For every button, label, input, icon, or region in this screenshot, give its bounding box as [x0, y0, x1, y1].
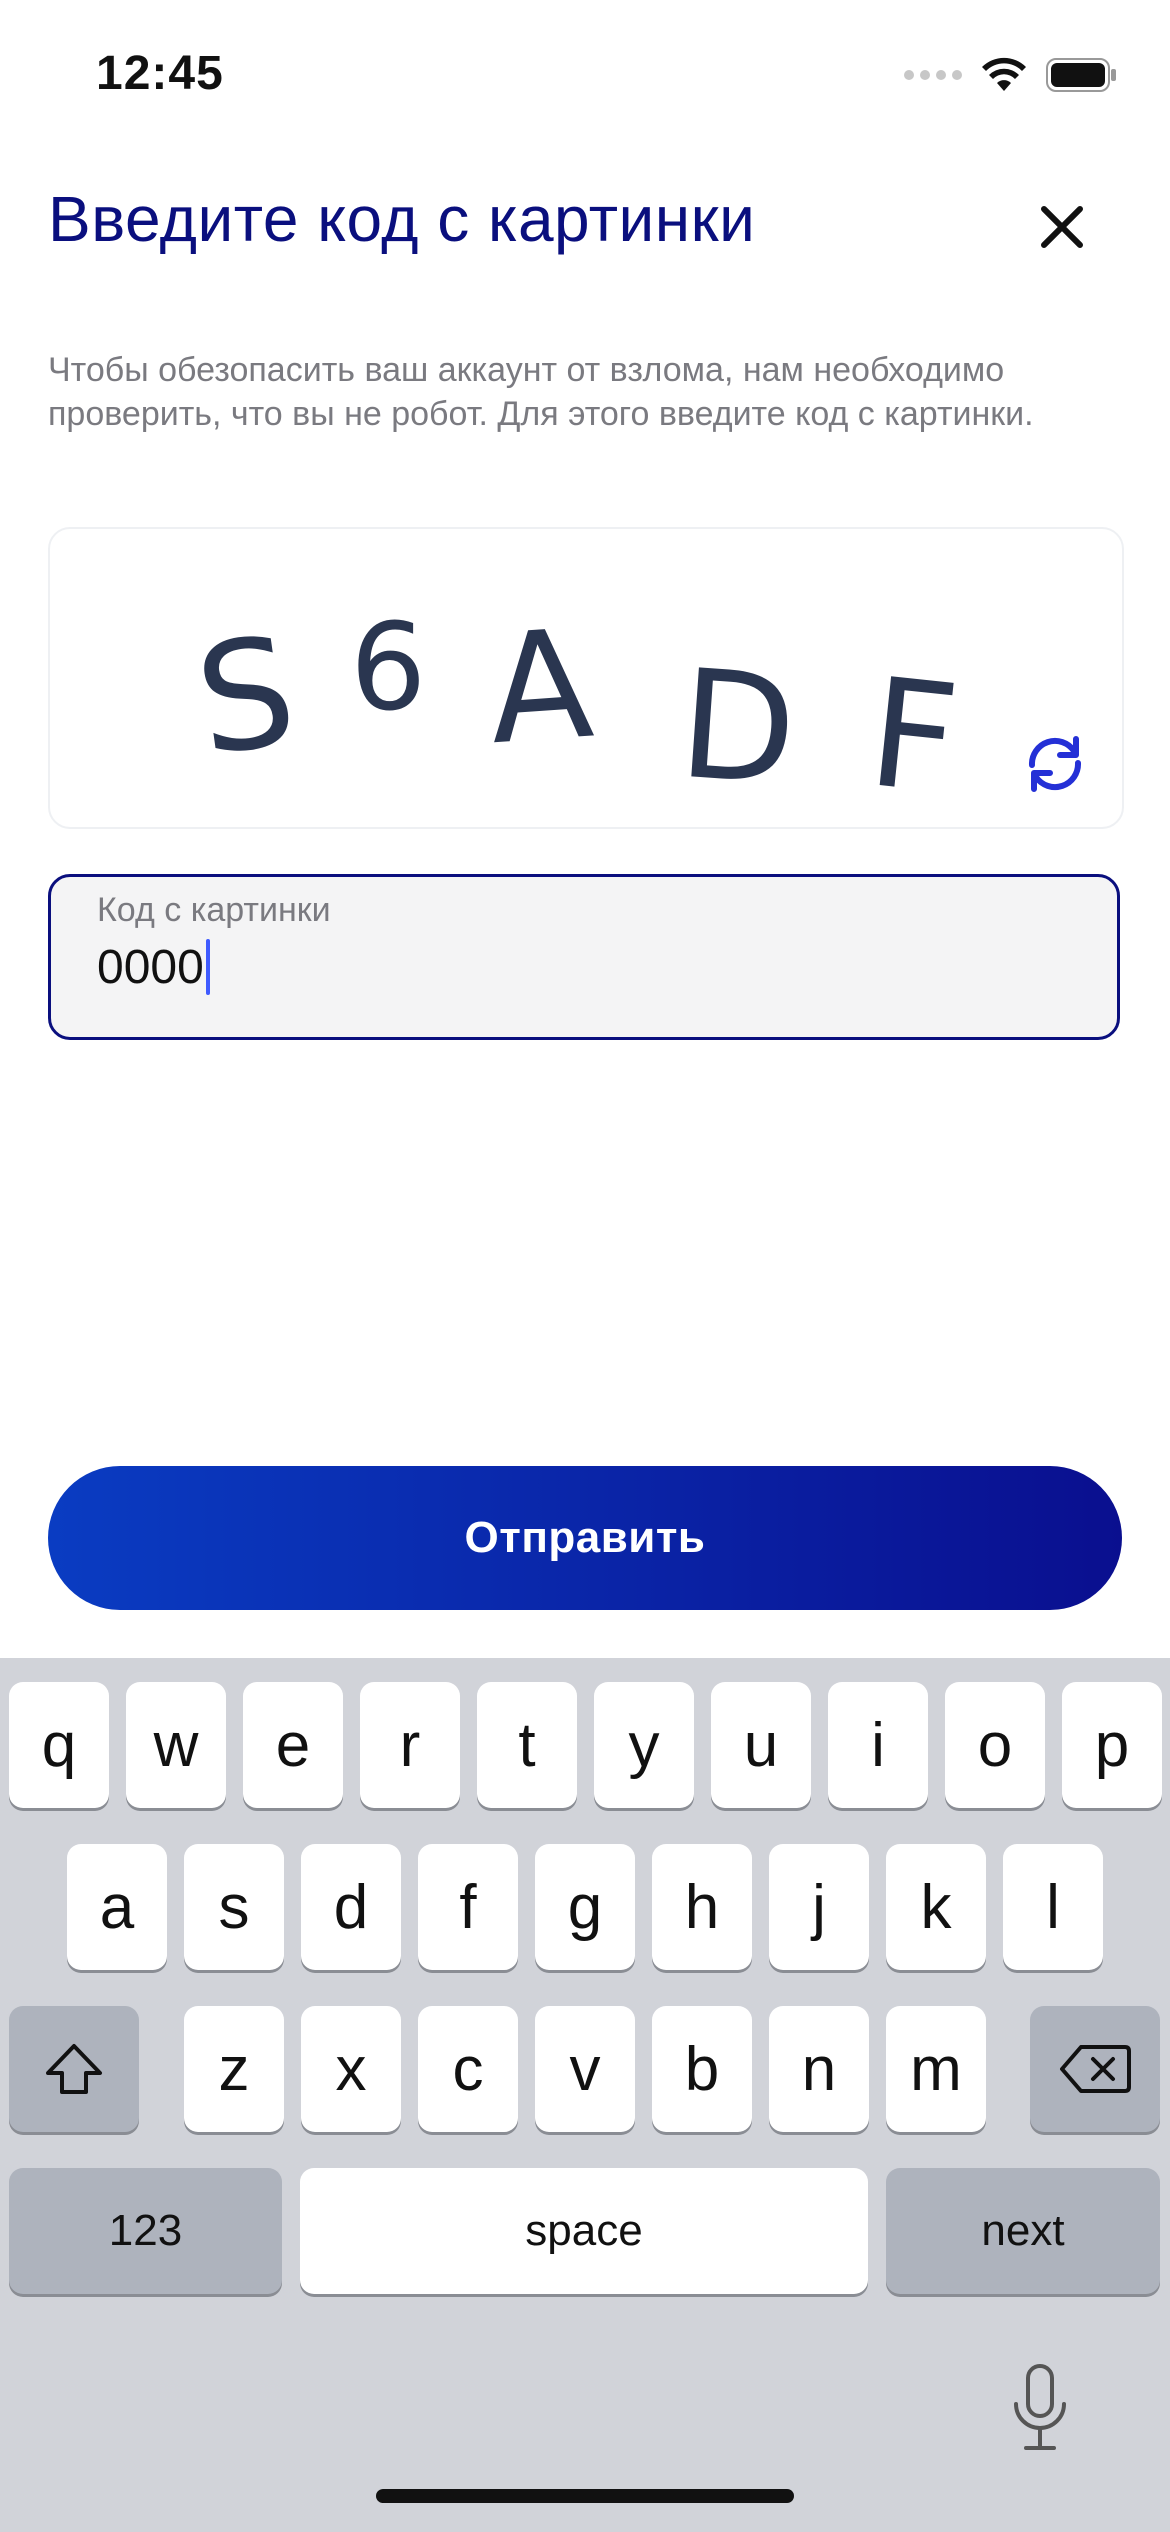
- key-y[interactable]: y: [594, 1682, 694, 1808]
- refresh-captcha-button[interactable]: [1020, 729, 1090, 799]
- close-button[interactable]: [1030, 195, 1094, 259]
- cellular-signal-icon: [904, 70, 962, 80]
- key-label: d: [333, 1872, 369, 1942]
- key-label: b: [684, 2034, 720, 2104]
- key-label: j: [812, 1872, 826, 1942]
- key-label: k: [920, 1872, 952, 1942]
- key-n[interactable]: n: [769, 2006, 869, 2132]
- svg-text:S: S: [187, 604, 306, 790]
- key-label: x: [335, 2034, 367, 2104]
- code-field-value[interactable]: 0000: [97, 937, 210, 997]
- status-bar: 12:45: [0, 0, 1170, 150]
- key-label: e: [275, 1710, 311, 1780]
- captcha-image: S 6 A D F: [187, 598, 966, 809]
- key-label: z: [218, 2034, 250, 2104]
- key-label: 123: [108, 2206, 183, 2255]
- key-k[interactable]: k: [886, 1844, 986, 1970]
- key-o[interactable]: o: [945, 1682, 1045, 1808]
- key-label: c: [452, 2034, 484, 2104]
- backspace-icon: [1060, 2045, 1131, 2093]
- key-u[interactable]: u: [711, 1682, 811, 1808]
- key-label: r: [399, 1710, 421, 1780]
- key-b[interactable]: b: [652, 2006, 752, 2132]
- microphone-icon[interactable]: [1008, 2362, 1072, 2454]
- keyboard: q w e r t y u i o p a s d f g h j k l z …: [0, 1658, 1170, 2532]
- key-a[interactable]: a: [67, 1844, 167, 1970]
- key-h[interactable]: h: [652, 1844, 752, 1970]
- key-label: u: [743, 1710, 779, 1780]
- key-s[interactable]: s: [184, 1844, 284, 1970]
- backspace-key[interactable]: [1030, 2006, 1160, 2132]
- status-time: 12:45: [96, 47, 224, 100]
- captcha-container: S 6 A D F: [48, 527, 1124, 829]
- submit-button[interactable]: Отправить: [48, 1466, 1122, 1610]
- key-e[interactable]: e: [243, 1682, 343, 1808]
- wifi-icon: [982, 57, 1026, 91]
- key-v[interactable]: v: [535, 2006, 635, 2132]
- key-label: space: [525, 2206, 643, 2255]
- key-label: v: [569, 2034, 601, 2104]
- key-label: s: [218, 1872, 250, 1942]
- key-label: y: [628, 1710, 660, 1780]
- key-j[interactable]: j: [769, 1844, 869, 1970]
- key-i[interactable]: i: [828, 1682, 928, 1808]
- key-label: w: [153, 1710, 199, 1780]
- svg-text:D: D: [674, 638, 801, 809]
- key-label: p: [1094, 1710, 1130, 1780]
- key-x[interactable]: x: [301, 2006, 401, 2132]
- key-label: l: [1046, 1872, 1060, 1942]
- code-field-label: Код с картинки: [97, 891, 331, 929]
- code-input-text: 0000: [97, 940, 204, 994]
- captcha-code-field[interactable]: Код с картинки 0000: [48, 874, 1120, 1040]
- close-icon: [1041, 206, 1083, 248]
- captcha-description: Чтобы обезопасить ваш аккаунт от взлома,…: [48, 351, 1034, 433]
- svg-text:A: A: [483, 598, 598, 779]
- key-z[interactable]: z: [184, 2006, 284, 2132]
- key-label: t: [518, 1710, 536, 1780]
- home-indicator[interactable]: [376, 2489, 794, 2503]
- svg-text:F: F: [861, 646, 965, 809]
- key-f[interactable]: f: [418, 1844, 518, 1970]
- key-label: a: [99, 1872, 135, 1942]
- key-m[interactable]: m: [886, 2006, 986, 2132]
- text-caret: [205, 939, 210, 995]
- key-label: o: [977, 1710, 1013, 1780]
- key-label: q: [41, 1710, 77, 1780]
- key-r[interactable]: r: [360, 1682, 460, 1808]
- key-label: i: [871, 1710, 885, 1780]
- svg-text:6: 6: [350, 599, 426, 738]
- key-p[interactable]: p: [1062, 1682, 1162, 1808]
- numbers-key[interactable]: 123: [9, 2168, 282, 2294]
- key-label: f: [459, 1872, 477, 1942]
- shift-key[interactable]: [9, 2006, 139, 2132]
- status-icons: [904, 50, 1118, 100]
- page-title: Введите код с картинки: [48, 183, 756, 255]
- next-key[interactable]: next: [886, 2168, 1160, 2294]
- key-g[interactable]: g: [535, 1844, 635, 1970]
- key-label: h: [684, 1872, 720, 1942]
- battery-icon: [1046, 58, 1116, 92]
- key-d[interactable]: d: [301, 1844, 401, 1970]
- key-c[interactable]: c: [418, 2006, 518, 2132]
- key-label: next: [981, 2206, 1065, 2255]
- key-label: m: [910, 2034, 962, 2104]
- key-q[interactable]: q: [9, 1682, 109, 1808]
- key-label: n: [801, 2034, 837, 2104]
- key-t[interactable]: t: [477, 1682, 577, 1808]
- key-l[interactable]: l: [1003, 1844, 1103, 1970]
- space-key[interactable]: space: [300, 2168, 868, 2294]
- key-label: g: [567, 1872, 603, 1942]
- shift-icon: [46, 2044, 102, 2094]
- key-w[interactable]: w: [126, 1682, 226, 1808]
